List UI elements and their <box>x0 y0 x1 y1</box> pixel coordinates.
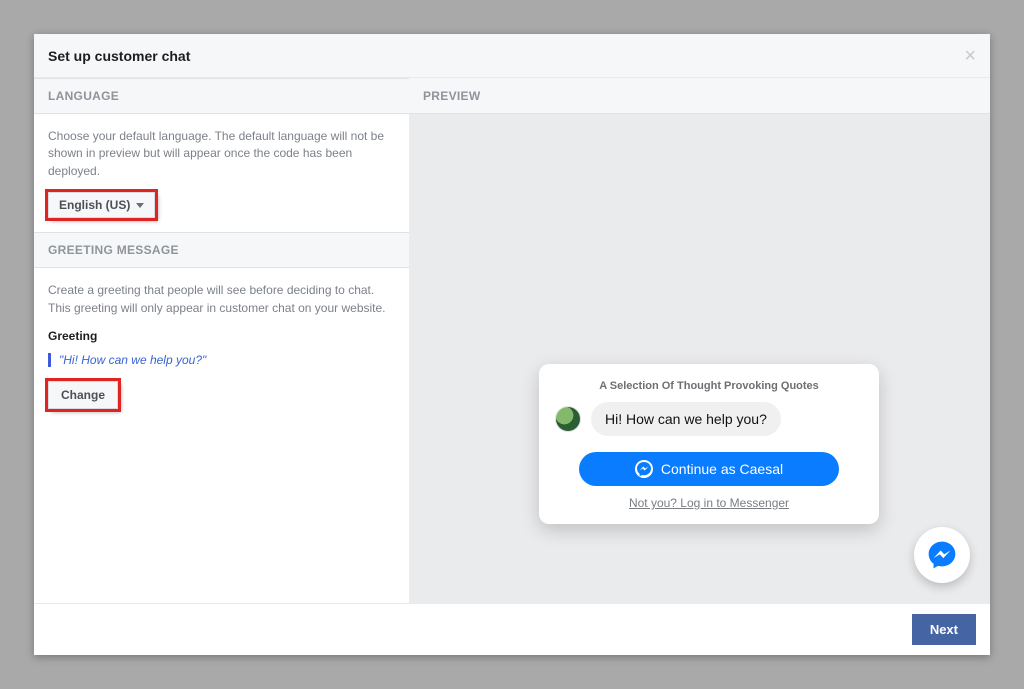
greeting-section-heading: GREETING MESSAGE <box>34 232 409 268</box>
continue-as-label: Continue as Caesal <box>661 461 783 477</box>
close-icon[interactable]: × <box>964 46 976 66</box>
language-section-heading: LANGUAGE <box>34 78 409 114</box>
chat-greeting-bubble: Hi! How can we help you? <box>591 402 781 436</box>
greeting-section: Create a greeting that people will see b… <box>34 268 409 603</box>
greeting-text: "Hi! How can we help you?" <box>59 353 206 367</box>
change-greeting-button[interactable]: Change <box>48 381 118 409</box>
not-you-link[interactable]: Not you? Log in to Messenger <box>555 496 863 510</box>
greeting-help-text: Create a greeting that people will see b… <box>48 282 395 317</box>
dialog-body: LANGUAGE Choose your default language. T… <box>34 78 990 603</box>
language-help-text: Choose your default language. The defaul… <box>48 128 395 180</box>
dialog-header: Set up customer chat × <box>34 34 990 78</box>
setup-customer-chat-dialog: Set up customer chat × LANGUAGE Choose y… <box>34 34 990 655</box>
language-selected: English (US) <box>59 198 130 212</box>
language-section: Choose your default language. The defaul… <box>34 114 409 232</box>
messenger-floating-button[interactable] <box>914 527 970 583</box>
greeting-quote-block: "Hi! How can we help you?" <box>48 353 395 367</box>
messenger-icon <box>635 460 653 478</box>
next-button[interactable]: Next <box>912 614 976 645</box>
dialog-title: Set up customer chat <box>48 48 190 64</box>
preview-heading: PREVIEW <box>409 78 990 114</box>
left-pane: LANGUAGE Choose your default language. T… <box>34 78 409 603</box>
chat-preview-title: A Selection Of Thought Provoking Quotes <box>555 380 863 392</box>
chat-preview-card: A Selection Of Thought Provoking Quotes … <box>539 364 879 524</box>
preview-pane: PREVIEW A Selection Of Thought Provoking… <box>409 78 990 603</box>
caret-down-icon <box>136 203 144 208</box>
chat-greeting-row: Hi! How can we help you? <box>555 402 863 436</box>
greeting-label: Greeting <box>48 329 395 343</box>
continue-as-button[interactable]: Continue as Caesal <box>579 452 839 486</box>
dialog-footer: Next <box>34 603 990 655</box>
language-dropdown[interactable]: English (US) <box>48 192 155 218</box>
messenger-icon <box>926 539 958 571</box>
avatar <box>555 406 581 432</box>
